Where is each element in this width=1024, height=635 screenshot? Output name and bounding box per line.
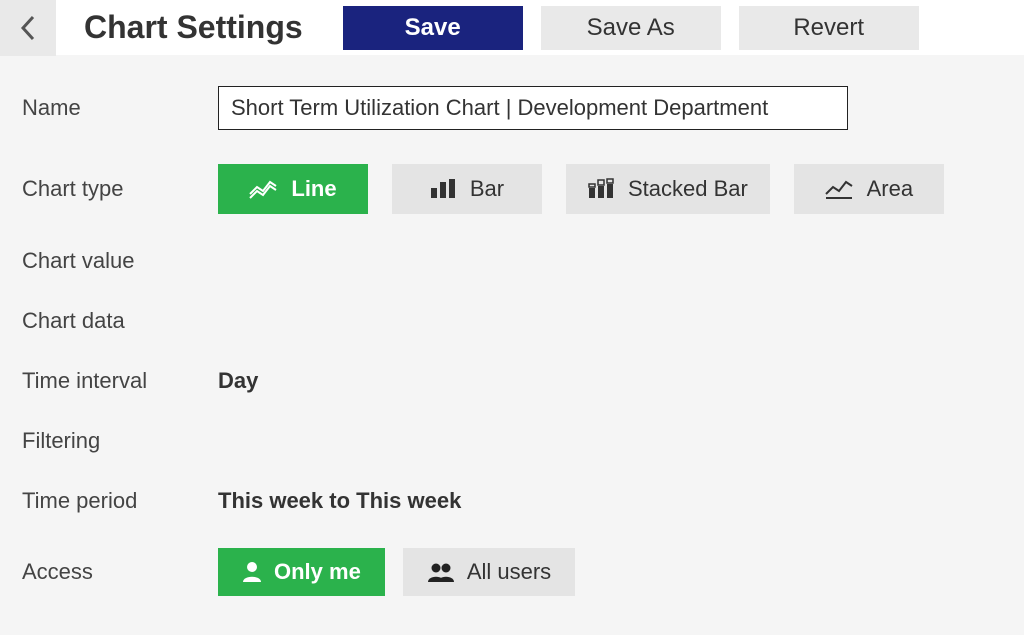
label-access: Access bbox=[22, 559, 218, 585]
bar-chart-icon bbox=[430, 178, 456, 200]
save-button[interactable]: Save bbox=[343, 6, 523, 50]
chart-type-bar-label: Bar bbox=[470, 176, 504, 202]
chart-type-bar[interactable]: Bar bbox=[392, 164, 542, 214]
row-time-period: Time period This week to This week bbox=[22, 488, 1002, 514]
settings-form: Name Chart type Line Bar bbox=[0, 56, 1024, 635]
label-chart-data: Chart data bbox=[22, 308, 218, 334]
label-time-interval: Time interval bbox=[22, 368, 218, 394]
chart-type-stacked[interactable]: Stacked Bar bbox=[566, 164, 770, 214]
chart-type-line-label: Line bbox=[291, 176, 336, 202]
header-bar: Chart Settings Save Save As Revert bbox=[0, 0, 1024, 56]
back-button[interactable] bbox=[0, 0, 56, 56]
value-time-interval[interactable]: Day bbox=[218, 368, 258, 394]
access-group: Only me All users bbox=[218, 548, 575, 596]
users-icon bbox=[427, 561, 455, 583]
access-all-users[interactable]: All users bbox=[403, 548, 575, 596]
name-input[interactable] bbox=[218, 86, 848, 130]
access-all-users-label: All users bbox=[467, 559, 551, 585]
value-time-period[interactable]: This week to This week bbox=[218, 488, 461, 514]
label-filtering: Filtering bbox=[22, 428, 218, 454]
row-chart-type: Chart type Line Bar bbox=[22, 164, 1002, 214]
access-only-me-label: Only me bbox=[274, 559, 361, 585]
chevron-left-icon bbox=[18, 14, 38, 42]
row-time-interval: Time interval Day bbox=[22, 368, 1002, 394]
chart-type-area[interactable]: Area bbox=[794, 164, 944, 214]
revert-button[interactable]: Revert bbox=[739, 6, 919, 50]
save-as-button[interactable]: Save As bbox=[541, 6, 721, 50]
row-chart-value: Chart value bbox=[22, 248, 1002, 274]
chart-type-stacked-label: Stacked Bar bbox=[628, 176, 748, 202]
page-title: Chart Settings bbox=[84, 9, 303, 46]
user-icon bbox=[242, 561, 262, 583]
row-filtering: Filtering bbox=[22, 428, 1002, 454]
row-access: Access Only me All users bbox=[22, 548, 1002, 596]
area-chart-icon bbox=[825, 178, 853, 200]
access-only-me[interactable]: Only me bbox=[218, 548, 385, 596]
chart-type-group: Line Bar Stacked Ba bbox=[218, 164, 944, 214]
header-buttons: Save Save As Revert bbox=[343, 6, 919, 50]
row-name: Name bbox=[22, 86, 1002, 130]
label-chart-type: Chart type bbox=[22, 176, 218, 202]
label-name: Name bbox=[22, 95, 218, 121]
chart-type-line[interactable]: Line bbox=[218, 164, 368, 214]
row-chart-data: Chart data bbox=[22, 308, 1002, 334]
line-chart-icon bbox=[249, 178, 277, 200]
label-chart-value: Chart value bbox=[22, 248, 218, 274]
label-time-period: Time period bbox=[22, 488, 218, 514]
chart-type-area-label: Area bbox=[867, 176, 913, 202]
stacked-bar-chart-icon bbox=[588, 178, 614, 200]
